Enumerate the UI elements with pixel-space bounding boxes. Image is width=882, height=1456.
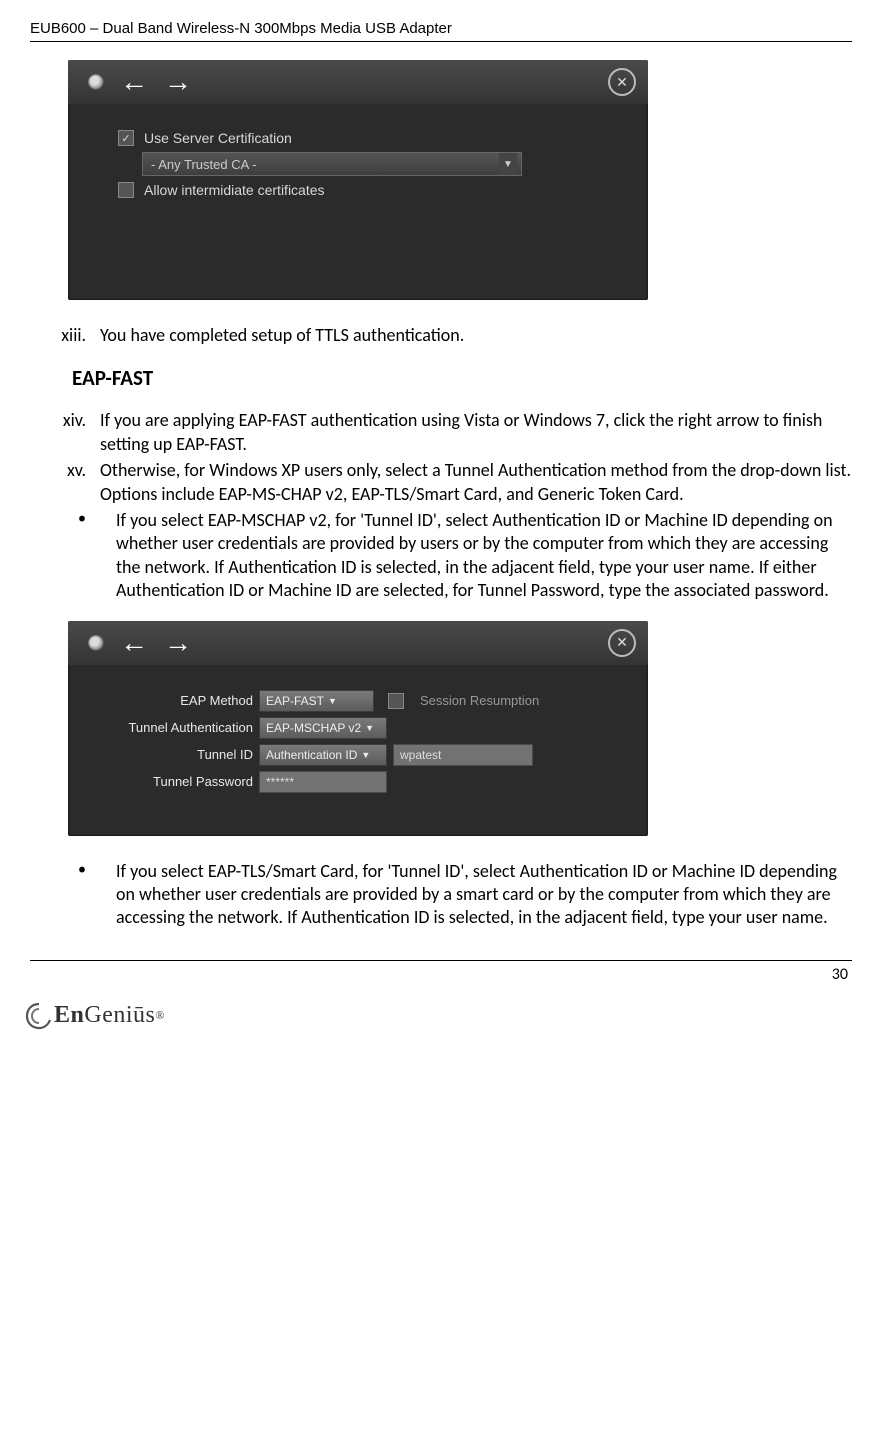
trusted-ca-value: - Any Trusted CA - xyxy=(151,157,257,172)
ss1-topbar: ← → ✕ xyxy=(68,60,648,104)
chevron-down-icon: ▼ xyxy=(361,750,370,760)
arrow-left-icon[interactable]: ← xyxy=(120,66,148,98)
tunnel-id-label: Tunnel ID xyxy=(98,747,259,762)
doc-header: EUB600 – Dual Band Wireless-N 300Mbps Me… xyxy=(30,20,852,42)
logo-swirl-icon xyxy=(24,1000,54,1032)
allow-intermediate-checkbox[interactable] xyxy=(118,182,134,198)
tunnel-password-label: Tunnel Password xyxy=(98,774,259,789)
record-icon xyxy=(88,74,104,90)
tunnel-password-value: ****** xyxy=(266,775,294,789)
close-icon[interactable]: ✕ xyxy=(608,629,636,657)
marker-bullet1: • xyxy=(30,509,116,603)
marker-bullet2: • xyxy=(30,860,116,930)
chevron-down-icon: ▼ xyxy=(328,696,337,706)
tunnel-auth-label: Tunnel Authentication xyxy=(98,720,259,735)
arrow-right-icon[interactable]: → xyxy=(164,627,192,659)
eap-method-value: EAP-FAST xyxy=(266,694,324,708)
text-xiv: If you are applying EAP-FAST authenticat… xyxy=(100,409,852,456)
tunnel-id-value: wpatest xyxy=(400,748,441,762)
eap-method-label: EAP Method xyxy=(98,693,259,708)
logo: EnGeniūs® xyxy=(24,1000,882,1032)
close-icon[interactable]: ✕ xyxy=(608,68,636,96)
session-resumption-label: Session Resumption xyxy=(420,693,539,708)
allow-intermediate-label: Allow intermidiate certificates xyxy=(144,182,325,198)
session-resumption-checkbox[interactable] xyxy=(388,693,404,709)
use-server-cert-checkbox[interactable] xyxy=(118,130,134,146)
marker-xv: xv. xyxy=(30,459,100,506)
use-server-cert-label: Use Server Certification xyxy=(144,130,292,146)
screenshot-server-cert: ← → ✕ Use Server Certification - Any Tru… xyxy=(68,60,648,300)
trusted-ca-dropdown[interactable]: - Any Trusted CA - ▼ xyxy=(142,152,522,176)
chevron-down-icon: ▼ xyxy=(365,723,374,733)
page-number: 30 xyxy=(832,965,848,984)
arrow-right-icon[interactable]: → xyxy=(164,66,192,98)
tunnel-id-type-value: Authentication ID xyxy=(266,748,357,762)
heading-eap-fast: EAP-FAST xyxy=(72,365,852,391)
marker-xiii: xiii. xyxy=(30,324,100,347)
text-bullet1: If you select EAP-MSCHAP v2, for 'Tunnel… xyxy=(116,509,852,603)
chevron-down-icon: ▼ xyxy=(499,153,517,175)
text-bullet2: If you select EAP-TLS/Smart Card, for 'T… xyxy=(116,860,852,930)
screenshot-eap-fast: ← → ✕ EAP Method EAP-FAST ▼ Session Resu… xyxy=(68,621,648,836)
marker-xiv: xiv. xyxy=(30,409,100,456)
tunnel-id-input[interactable]: wpatest xyxy=(393,744,533,766)
eap-method-select[interactable]: EAP-FAST ▼ xyxy=(259,690,374,712)
text-xv: Otherwise, for Windows XP users only, se… xyxy=(100,459,852,506)
text-xiii: You have completed setup of TTLS authent… xyxy=(100,324,852,347)
tunnel-auth-select[interactable]: EAP-MSCHAP v2 ▼ xyxy=(259,717,387,739)
tunnel-auth-value: EAP-MSCHAP v2 xyxy=(266,721,361,735)
ss2-topbar: ← → ✕ xyxy=(68,621,648,665)
record-icon xyxy=(88,635,104,651)
arrow-left-icon[interactable]: ← xyxy=(120,627,148,659)
tunnel-id-type-select[interactable]: Authentication ID ▼ xyxy=(259,744,387,766)
tunnel-password-input[interactable]: ****** xyxy=(259,771,387,793)
